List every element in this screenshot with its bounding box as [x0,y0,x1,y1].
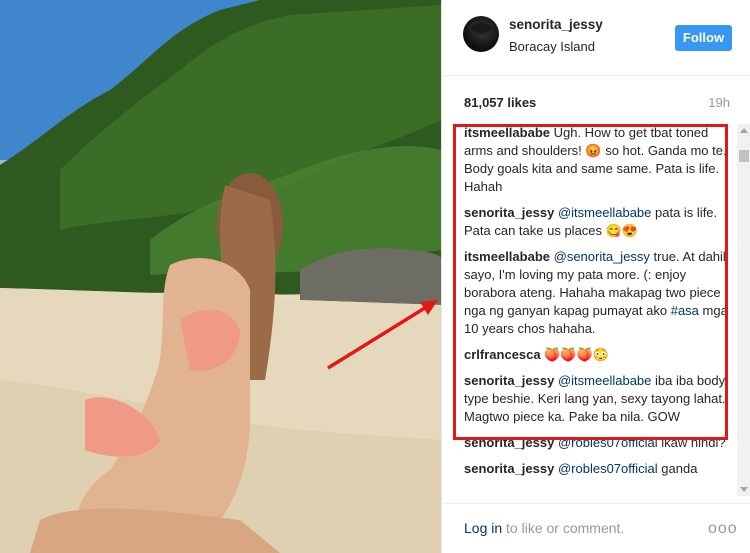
post-header: senorita_jessy Boracay Island Follow [442,0,750,76]
avatar[interactable] [463,16,499,52]
post-footer: Log in to like or comment. ooo [442,503,750,553]
scroll-up-arrow-icon[interactable] [737,124,750,138]
login-link[interactable]: Log in [464,520,502,536]
post-photo[interactable] [0,0,441,553]
post-time[interactable]: 19h [708,95,730,110]
comment-text: ganda [657,461,698,476]
comments-scrollbar[interactable] [737,124,750,496]
post-username[interactable]: senorita_jessy [509,17,603,32]
login-prompt-text: to like or comment. [502,520,625,536]
scroll-down-arrow-icon[interactable] [737,482,750,496]
follow-button[interactable]: Follow [675,25,732,51]
login-prompt: Log in to like or comment. [464,520,624,536]
post-location[interactable]: Boracay Island [509,39,595,54]
beach-photo-illustration [0,0,441,553]
comment-mention[interactable]: @robles07official [558,461,658,476]
likes-count[interactable]: 81,057 likes [464,95,536,110]
scroll-thumb[interactable] [739,150,749,162]
highlight-box [453,124,728,440]
more-options-icon[interactable]: ooo [708,520,738,538]
comment-author[interactable]: senorita_jessy [464,461,554,476]
comment: senorita_jessy @robles07official ganda [464,460,732,478]
